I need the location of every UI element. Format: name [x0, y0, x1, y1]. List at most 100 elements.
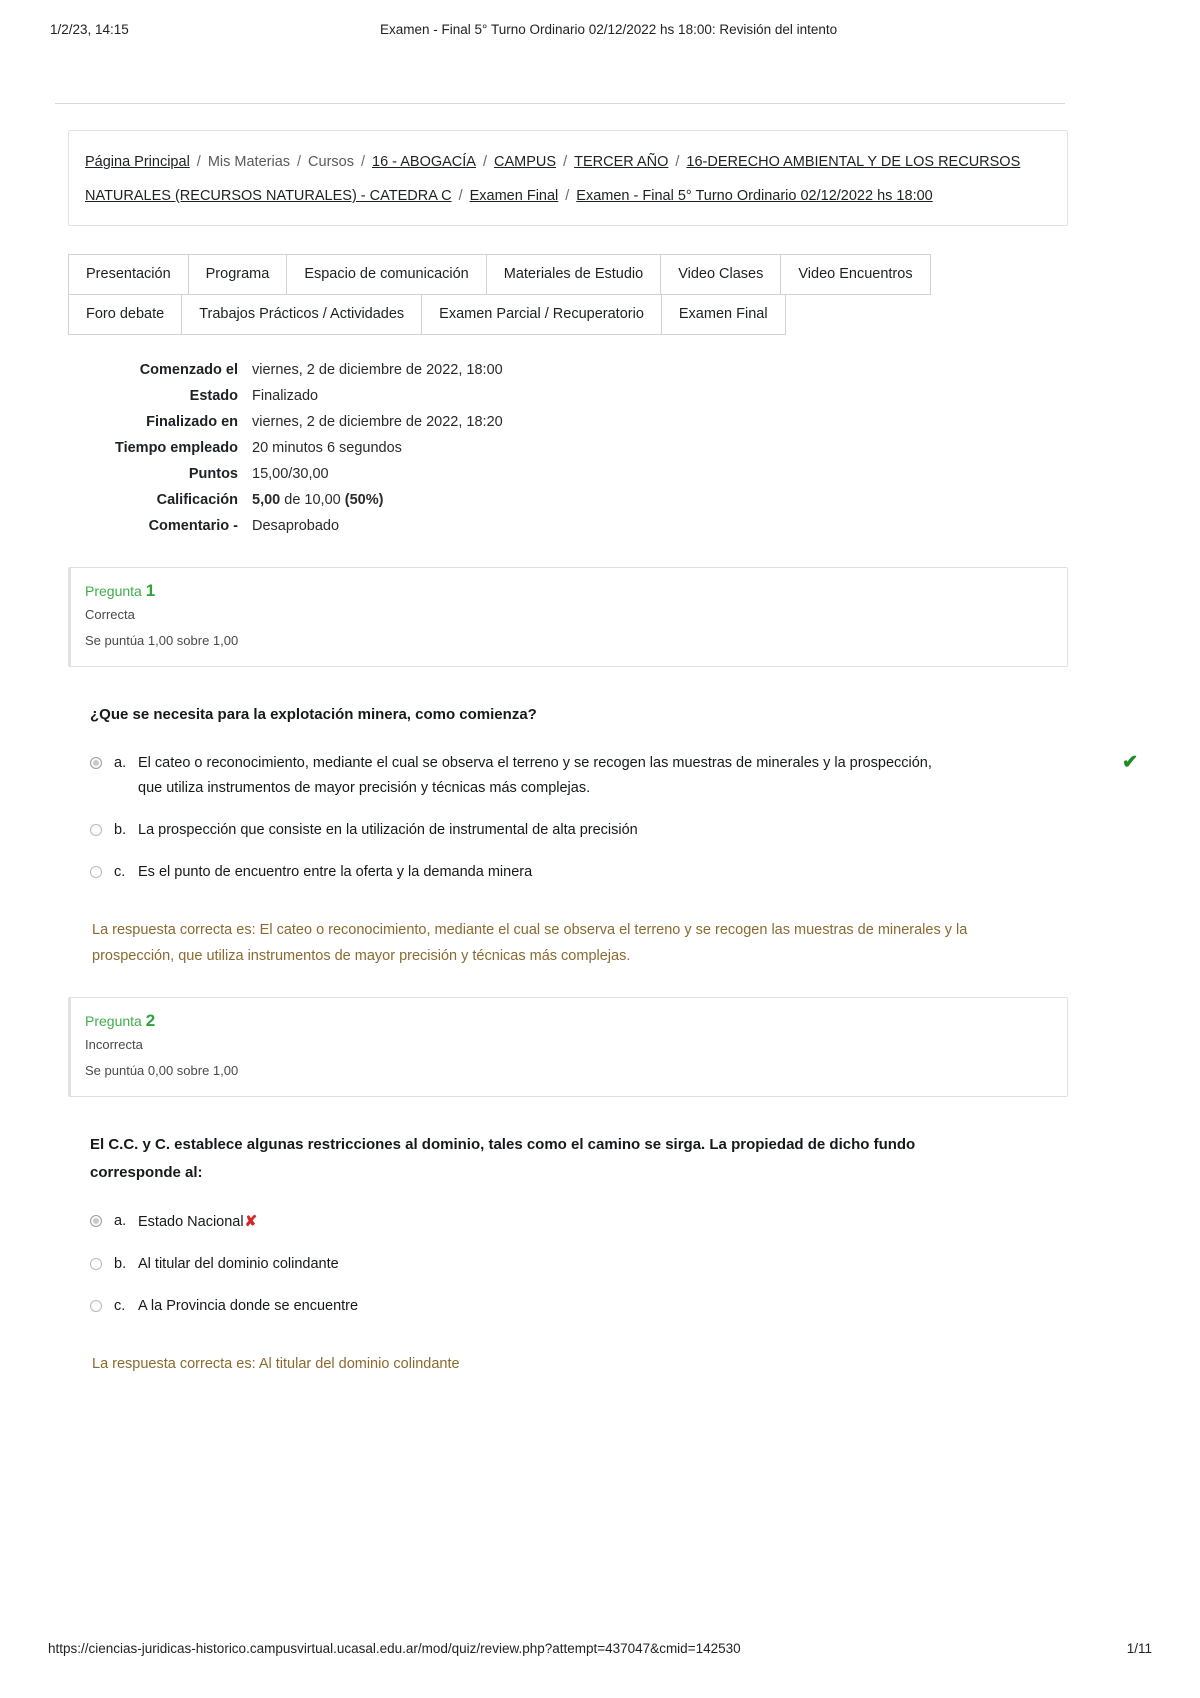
- summary-row: Tiempo empleado 20 minutos 6 segundos: [102, 435, 503, 461]
- radio-button-a[interactable]: [90, 1215, 102, 1227]
- answer-letter: c.: [114, 1298, 126, 1314]
- tab-examen-final[interactable]: Examen Final: [660, 294, 786, 335]
- question-body: ¿Que se necesita para la explotación min…: [68, 701, 1138, 969]
- breadcrumb-separator: /: [360, 154, 366, 170]
- question-info-box: Pregunta 2 Incorrecta Se puntúa 0,00 sobre…: [68, 997, 1068, 1097]
- answer-options[interactable]: a. Estado Nacional✘ b. Al titular del domin…: [90, 1209, 1068, 1319]
- breadcrumb-item-9[interactable]: Examen - Final 5° Turno Ordinario 02/12/…: [576, 188, 932, 204]
- summary-value: Finalizado: [252, 388, 319, 404]
- summary-label: Finalizado en: [146, 414, 238, 430]
- summary-row-comentario: Comentario - Desaprobado: [102, 513, 503, 539]
- breadcrumb-item-4[interactable]: 16 - ABOGACÍA: [372, 154, 476, 170]
- breadcrumb-item-5[interactable]: CAMPUS: [494, 154, 556, 170]
- tab-trabajos-pr-cticos-actividades[interactable]: Trabajos Prácticos / Actividades: [181, 294, 422, 335]
- breadcrumb-item-6[interactable]: TERCER AÑO: [574, 154, 668, 170]
- radio-button-c[interactable]: [90, 866, 102, 878]
- answer-text: A la Provincia donde se encuentre: [138, 1294, 358, 1319]
- answer-letter: a.: [114, 755, 127, 771]
- question-state: Correcta: [85, 607, 135, 622]
- tab-espacio-de-comunicaci-n[interactable]: Espacio de comunicación: [286, 254, 486, 295]
- tab-presentaci-n[interactable]: Presentación: [68, 254, 188, 295]
- question-number-header: Pregunta 1: [85, 580, 1051, 602]
- summary-value: 20 minutos 6 segundos: [252, 440, 402, 456]
- breadcrumb-separator: /: [565, 188, 570, 204]
- answer-option[interactable]: c. Es el punto de encuentro entre la ofer…: [90, 860, 1068, 885]
- course-tabs[interactable]: Presentación Programa Espacio de comunicac…: [68, 254, 968, 335]
- tab-examen-parcial-recuperatorio[interactable]: Examen Parcial / Recuperatorio: [421, 294, 661, 335]
- summary-label: Estado: [189, 388, 238, 404]
- summary-value: 15,00/30,00: [252, 466, 329, 482]
- tab-materiales-de-estudio[interactable]: Materiales de Estudio: [485, 254, 661, 295]
- answer-text: Es el punto de encuentro entre la oferta…: [138, 860, 532, 885]
- question-body: El C.C. y C. establece algunas restricci…: [68, 1131, 1068, 1377]
- answer-option[interactable]: a. El cateo o reconocimiento, mediante el…: [90, 751, 1138, 801]
- answer-text-value: A la Provincia donde se encuentre: [138, 1298, 359, 1314]
- answer-option[interactable]: a. Estado Nacional✘: [90, 1209, 1068, 1235]
- tab-video-clases[interactable]: Video Clases: [660, 254, 781, 295]
- print-footer: https://ciencias-juridicas-historico.cam…: [0, 1641, 1200, 1656]
- summary-row: Finalizado en viernes, 2 de diciembre de …: [102, 409, 503, 435]
- answer-letter: b.: [114, 1256, 127, 1272]
- radio-button-a[interactable]: [90, 757, 102, 769]
- question-number: 1: [145, 581, 156, 600]
- question-text: El C.C. y C. establece algunas restricci…: [90, 1136, 916, 1181]
- question-label: Pregunta: [85, 583, 142, 599]
- answer-letter: b.: [114, 822, 127, 838]
- attempt-summary-table: Comenzado el viernes, 2 de diciembre de 2…: [102, 357, 503, 539]
- breadcrumb-separator: /: [196, 154, 201, 170]
- summary-label-calificacion: Calificación: [156, 492, 238, 508]
- radio-button-b[interactable]: [90, 1258, 102, 1270]
- footer-page-number: 1/11: [1126, 1641, 1152, 1656]
- question-number: 2: [145, 1011, 156, 1030]
- breadcrumb: Página Principal / Mis Materias / Cursos / 16 …: [85, 145, 1051, 213]
- grade-of: de 10,00: [284, 492, 341, 508]
- answer-text-value: Es el punto de encuentro entre la oferta…: [138, 864, 533, 880]
- tab-video-encuentros[interactable]: Video Encuentros: [780, 254, 931, 295]
- footer-url: https://ciencias-juridicas-historico.cam…: [48, 1641, 741, 1656]
- answer-letter: a.: [114, 1213, 127, 1229]
- breadcrumb-separator: /: [675, 154, 680, 170]
- summary-label-comentario: Comentario -: [148, 518, 238, 534]
- print-header: 1/2/23, 14:15 Examen - Final 5° Turno Or…: [0, 22, 1200, 37]
- answer-letter: c.: [114, 864, 126, 880]
- breadcrumb-separator: /: [482, 154, 488, 170]
- questions-list: Pregunta 1 Correcta Se puntúa 1,00 sobre 1…: [68, 567, 1138, 1377]
- breadcrumb-separator: /: [458, 188, 463, 204]
- answer-text-value: La prospección que consiste en la utiliz…: [138, 822, 638, 838]
- radio-button-b[interactable]: [90, 824, 102, 836]
- summary-value-calificacion: 5,00 de 10,00 (50%): [252, 487, 503, 513]
- summary-row: Comenzado el viernes, 2 de diciembre de 2…: [102, 357, 503, 383]
- answer-option[interactable]: b. Al titular del dominio colindante: [90, 1252, 1068, 1277]
- answer-options[interactable]: a. El cateo o reconocimiento, mediante el…: [90, 751, 1138, 885]
- question-feedback: La respuesta correcta es: Al titular del…: [92, 1356, 460, 1372]
- summary-value: viernes, 2 de diciembre de 2022, 18:00: [252, 362, 503, 378]
- page-content: Página Principal / Mis Materias / Cursos / 16 …: [68, 130, 1138, 1377]
- answer-text: El cateo o reconocimiento, mediante el c…: [138, 751, 950, 801]
- answer-text: La prospección que consiste en la utiliz…: [138, 818, 638, 843]
- breadcrumb-item-1[interactable]: Página Principal: [85, 154, 190, 170]
- answer-text: Al titular del dominio colindante: [138, 1252, 339, 1277]
- summary-label: Puntos: [188, 466, 238, 482]
- answer-text-value: El cateo o reconocimiento, mediante el c…: [138, 755, 932, 796]
- question-grade: Se puntúa 1,00 sobre 1,00: [85, 633, 239, 648]
- radio-button-c[interactable]: [90, 1300, 102, 1312]
- breadcrumb-item-2: Mis Materias: [207, 154, 291, 170]
- answer-text: Estado Nacional✘: [138, 1209, 257, 1235]
- question-info-box: Pregunta 1 Correcta Se puntúa 1,00 sobre 1…: [68, 567, 1068, 667]
- tab-foro-debate[interactable]: Foro debate: [68, 294, 182, 335]
- correct-check-icon: ✔: [1122, 752, 1138, 773]
- header-divider: [55, 103, 1065, 104]
- grade-percent: (50%): [344, 492, 384, 508]
- grade-score: 5,00: [252, 492, 281, 508]
- summary-label: Tiempo empleado: [114, 440, 238, 456]
- summary-value-comentario: Desaprobado: [252, 518, 340, 534]
- answer-text-value: Estado Nacional: [138, 1214, 244, 1230]
- answer-text-value: Al titular del dominio colindante: [138, 1256, 339, 1272]
- breadcrumb-item-8[interactable]: Examen Final: [470, 188, 559, 204]
- answer-option[interactable]: c. A la Provincia donde se encuentre: [90, 1294, 1068, 1319]
- tab-programa[interactable]: Programa: [187, 254, 287, 295]
- answer-option[interactable]: b. La prospección que consiste en la util…: [90, 818, 1068, 843]
- course-tabs-row-1[interactable]: Presentación Programa Espacio de comunicac…: [68, 254, 931, 295]
- incorrect-cross-icon: ✘: [244, 1213, 258, 1230]
- course-tabs-row-2[interactable]: Foro debate Trabajos Prácticos / Activida…: [68, 294, 786, 335]
